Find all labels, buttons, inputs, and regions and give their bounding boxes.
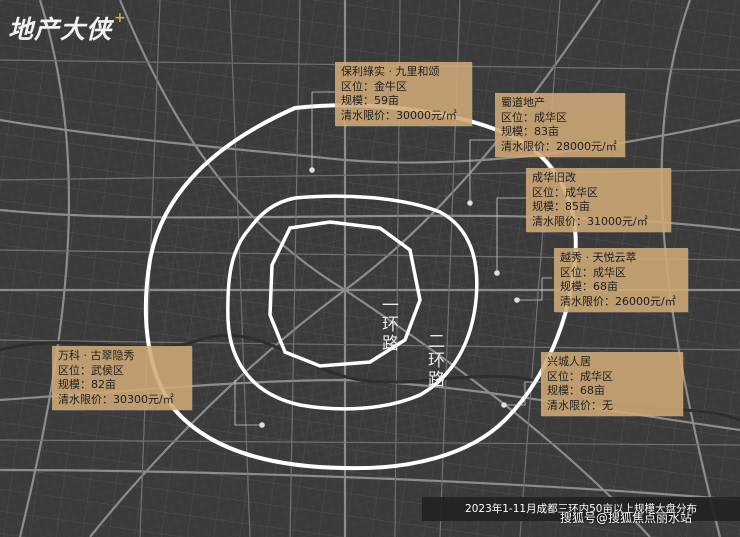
card-price: 清水限价：30300元/㎡ bbox=[58, 392, 174, 406]
project-card-chenghua-renewal: 成华旧改 区位：成华区 规模：85亩 清水限价：31000元/㎡ bbox=[526, 168, 671, 232]
card-developer: 万科 · 古翠隐秀 bbox=[58, 349, 135, 362]
card-developer: 成华旧改 bbox=[532, 171, 576, 184]
card-price: 清水限价：26000元/㎡ bbox=[560, 294, 676, 308]
card-developer: 兴城人居 bbox=[547, 355, 591, 368]
card-developer: 蜀道地产 bbox=[501, 96, 545, 109]
card-price: 清水限价：30000元/㎡ bbox=[341, 108, 457, 122]
card-scale: 规模：82亩 bbox=[58, 378, 116, 391]
card-scale: 规模：59亩 bbox=[341, 94, 399, 107]
card-district: 区位：金牛区 bbox=[341, 79, 407, 93]
card-scale: 规模：83亩 bbox=[501, 125, 559, 138]
card-district: 区位：成华区 bbox=[547, 369, 613, 383]
project-card-tianyueyuncui: 越秀 · 天悦云萃 区位：成华区 规模：68亩 清水限价：26000元/㎡ bbox=[554, 248, 688, 312]
watermark: 搜狐号@搜狐焦点丽水站 bbox=[560, 511, 693, 525]
card-scale: 规模：68亩 bbox=[547, 384, 605, 397]
card-developer: 越秀 · 天悦云萃 bbox=[560, 251, 637, 264]
logo-text: 地产大侠 bbox=[8, 15, 113, 44]
card-price: 清水限价：31000元/㎡ bbox=[532, 214, 648, 228]
card-district: 区位：成华区 bbox=[560, 265, 626, 279]
card-scale: 规模：85亩 bbox=[532, 200, 590, 213]
card-district: 区位：武侯区 bbox=[58, 363, 124, 377]
card-developer: 保利綠实 · 九里和颂 bbox=[341, 65, 440, 78]
project-card-gucuiyinxiu: 万科 · 古翠隐秀 区位：武侯区 规模：82亩 清水限价：30300元/㎡ bbox=[52, 346, 192, 410]
site-logo: 地产大侠 + bbox=[8, 10, 127, 46]
first-ring-label: 一环路 bbox=[378, 296, 398, 353]
map-stage: 地产大侠 + 保利綠实 · 九里和颂 区位：金牛区 规模：59亩 清水限价：300… bbox=[0, 0, 740, 537]
card-district: 区位：成华区 bbox=[532, 185, 598, 199]
second-ring-label: 二环路 bbox=[424, 332, 444, 389]
card-district: 区位：成华区 bbox=[501, 110, 567, 124]
project-card-shudao: 蜀道地产 区位：成华区 规模：83亩 清水限价：28000元/㎡ bbox=[495, 93, 625, 157]
project-card-jiulihesong: 保利綠实 · 九里和颂 区位：金牛区 规模：59亩 清水限价：30000元/㎡ bbox=[335, 62, 472, 126]
logo-accent: + bbox=[114, 10, 127, 26]
card-scale: 规模：68亩 bbox=[560, 280, 618, 293]
card-price: 清水限价：无 bbox=[547, 398, 613, 412]
card-price: 清水限价：28000元/㎡ bbox=[501, 139, 617, 153]
project-card-xingcheng: 兴城人居 区位：成华区 规模：68亩 清水限价：无 bbox=[541, 352, 683, 416]
